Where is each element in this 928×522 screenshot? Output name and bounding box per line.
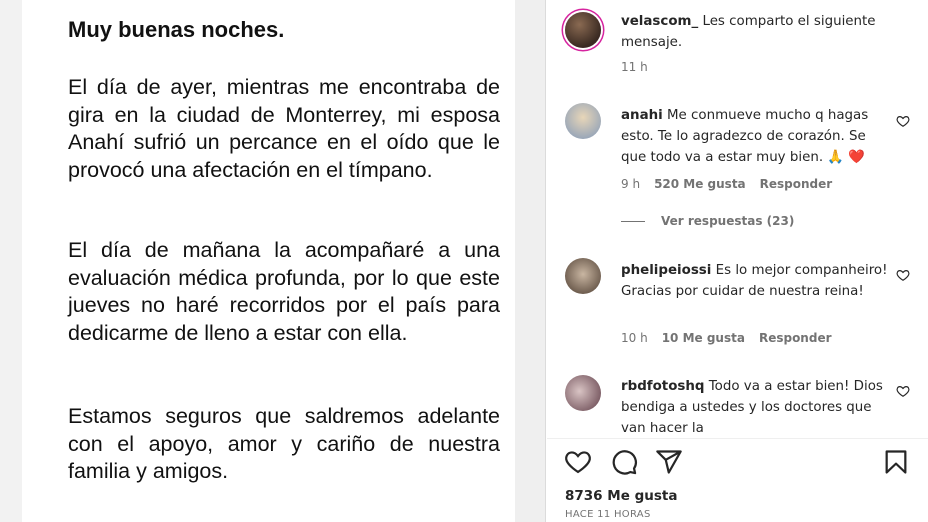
image-margin-left bbox=[0, 0, 22, 522]
post-image: Muy buenas noches. El día de ayer, mient… bbox=[0, 0, 546, 522]
post-timestamp[interactable]: HACE 11 HORAS bbox=[565, 509, 651, 520]
letter-paragraph-1: El día de ayer, mientras me encontraba d… bbox=[68, 75, 500, 182]
share-icon[interactable] bbox=[655, 448, 683, 476]
comment-username[interactable]: rbdfotoshq bbox=[621, 379, 705, 394]
letter-greeting: Muy buenas noches. bbox=[68, 17, 285, 42]
comment-text: rbdfotoshq Todo va a estar bien! Dios be… bbox=[621, 376, 889, 437]
comment-clip: rbdfotoshq Todo va a estar bien! Dios be… bbox=[547, 0, 928, 437]
comment-icon[interactable] bbox=[610, 448, 638, 476]
letter-paragraph-3: Estamos seguros que saldremos adelante c… bbox=[68, 404, 500, 483]
letter-paragraph-2: El día de mañana la acompañaré a una eva… bbox=[68, 238, 500, 345]
actions-bar: 8736 Me gusta HACE 11 HORAS bbox=[547, 438, 928, 522]
bookmark-icon[interactable] bbox=[882, 448, 910, 476]
comments-panel: velascom_ Les comparto el siguiente mens… bbox=[547, 0, 928, 522]
image-margin-right bbox=[515, 0, 545, 522]
like-comment-heart-icon[interactable] bbox=[896, 384, 910, 398]
likes-count[interactable]: 8736 Me gusta bbox=[565, 488, 677, 504]
heart-icon[interactable] bbox=[564, 448, 592, 476]
